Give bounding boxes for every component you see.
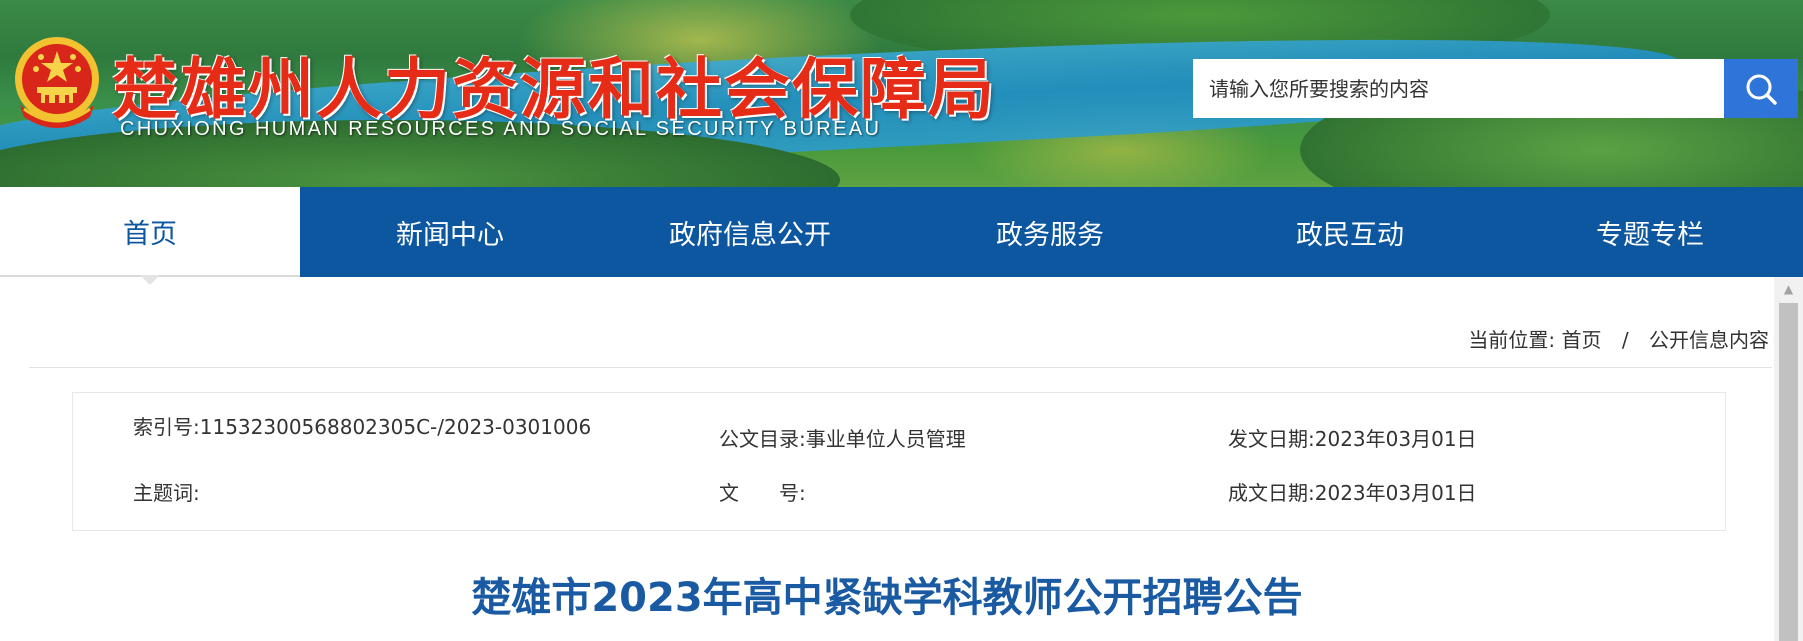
search-icon (1746, 74, 1777, 105)
meta-value: 事业单位人员管理 (805, 427, 966, 451)
national-emblem-icon (10, 35, 105, 135)
breadcrumb: 当前位置: 首页 / 公开信息内容 (1468, 324, 1769, 353)
scroll-up-arrow-icon[interactable]: ▲ (1774, 277, 1803, 301)
nav-item-services[interactable]: 政务服务 (900, 187, 1200, 277)
nav-item-home[interactable]: 首页 (0, 187, 300, 285)
meta-label: 发文日期: (1228, 427, 1315, 451)
main-nav: 首页 新闻中心 政府信息公开 政务服务 政民互动 专题专栏 (0, 187, 1803, 285)
meta-value: 2023年03月01日 (1314, 481, 1477, 505)
meta-label: 公文目录: (719, 427, 806, 451)
document-meta-box: 索引号:11532300568802305C-/2023-0301006 公文目… (72, 392, 1726, 531)
nav-item-interaction[interactable]: 政民互动 (1200, 187, 1500, 277)
meta-label: 文 号: (719, 481, 806, 505)
scrollbar-thumb[interactable] (1779, 303, 1798, 641)
meta-document-number: 文 号: (719, 477, 806, 506)
meta-index-number: 索引号:11532300568802305C-/2023-0301006 (133, 411, 591, 440)
breadcrumb-current[interactable]: 公开信息内容 (1649, 324, 1769, 353)
meta-label: 主题词: (133, 481, 200, 505)
search-box (1193, 59, 1798, 118)
meta-publish-date: 发文日期:2023年03月01日 (1228, 423, 1477, 452)
meta-label: 成文日期: (1228, 481, 1315, 505)
vertical-scrollbar[interactable]: ▲ (1774, 277, 1803, 641)
meta-value: 11532300568802305C-/2023-0301006 (199, 415, 592, 439)
meta-category: 公文目录:事业单位人员管理 (719, 423, 966, 452)
header-banner: 楚雄州人力资源和社会保障局 CHUXIONG HUMAN RESOURCES A… (0, 0, 1803, 187)
search-input[interactable] (1193, 59, 1724, 118)
meta-keywords: 主题词: (133, 477, 200, 506)
breadcrumb-prefix: 当前位置: (1468, 328, 1556, 352)
breadcrumb-separator: / (1621, 328, 1629, 352)
nav-item-news[interactable]: 新闻中心 (300, 187, 600, 277)
meta-created-date: 成文日期:2023年03月01日 (1228, 477, 1477, 506)
breadcrumb-link-home[interactable]: 首页 (1562, 324, 1602, 353)
meta-label: 索引号: (133, 415, 200, 439)
page: 楚雄州人力资源和社会保障局 CHUXIONG HUMAN RESOURCES A… (0, 0, 1803, 641)
site-subtitle: CHUXIONG HUMAN RESOURCES AND SOCIAL SECU… (120, 118, 882, 140)
nav-item-topics[interactable]: 专题专栏 (1500, 187, 1800, 277)
nav-item-gov-info[interactable]: 政府信息公开 (600, 187, 900, 277)
article-title: 楚雄市2023年高中紧缺学科教师公开招聘公告 (471, 575, 1303, 621)
meta-value: 2023年03月01日 (1314, 427, 1477, 451)
search-button[interactable] (1724, 59, 1798, 118)
divider (29, 367, 1772, 368)
